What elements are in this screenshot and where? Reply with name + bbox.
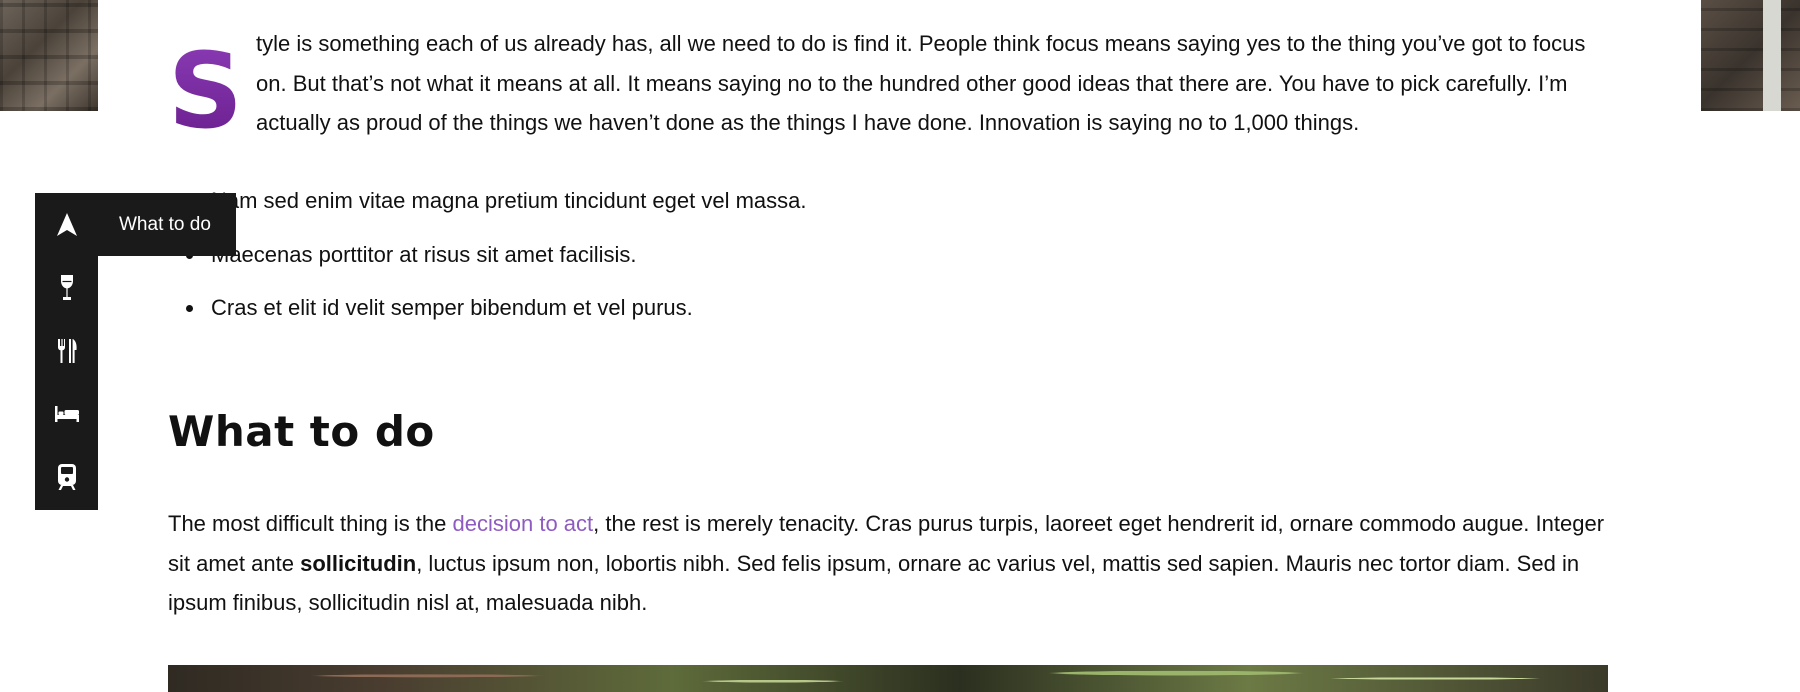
list-item: Nam sed enim vitae magna pretium tincidu… [186,188,1656,242]
bullet-list: Nam sed enim vitae magna pretium tincidu… [168,188,1656,349]
nav-item-what-to-do[interactable] [35,193,98,256]
nav-item-food[interactable] [35,319,98,382]
drop-cap: S [168,30,243,152]
intro-paragraph: S tyle is something each of us already h… [168,24,1613,143]
header-image-right [1701,0,1800,111]
intro-text: tyle is something each of us already has… [256,31,1586,135]
article-photo [168,665,1608,692]
section-paragraph: The most difficult thing is the decision… [168,504,1613,623]
bold-text: sollicitudin [300,550,417,576]
navigation-arrow-icon [56,212,77,236]
header-image-left [0,0,98,111]
decision-to-act-link[interactable]: decision to act [453,511,594,536]
section-side-nav [35,193,98,510]
list-item: Maecenas porttitor at risus sit amet fac… [186,242,1656,296]
fork-knife-icon [57,338,77,363]
wine-glass-icon [60,274,73,300]
nav-item-stay[interactable] [35,382,98,445]
bed-icon [54,405,79,422]
nav-tooltip: What to do [98,193,236,256]
list-item: Cras et elit id velit semper bibendum et… [186,295,1656,349]
section-heading: What to do [168,407,435,456]
paragraph-text: The most difficult thing is the [168,511,453,536]
nav-item-transport[interactable] [35,445,98,508]
nav-item-drinks[interactable] [35,256,98,319]
train-icon [57,463,76,490]
